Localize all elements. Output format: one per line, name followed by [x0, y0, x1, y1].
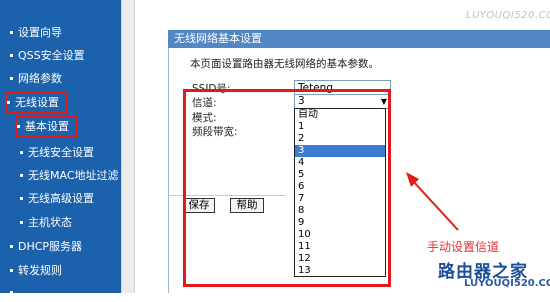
- annotation-text: 手动设置信道: [427, 240, 500, 254]
- watermark-url: LUYOUQI520.COM: [464, 278, 550, 289]
